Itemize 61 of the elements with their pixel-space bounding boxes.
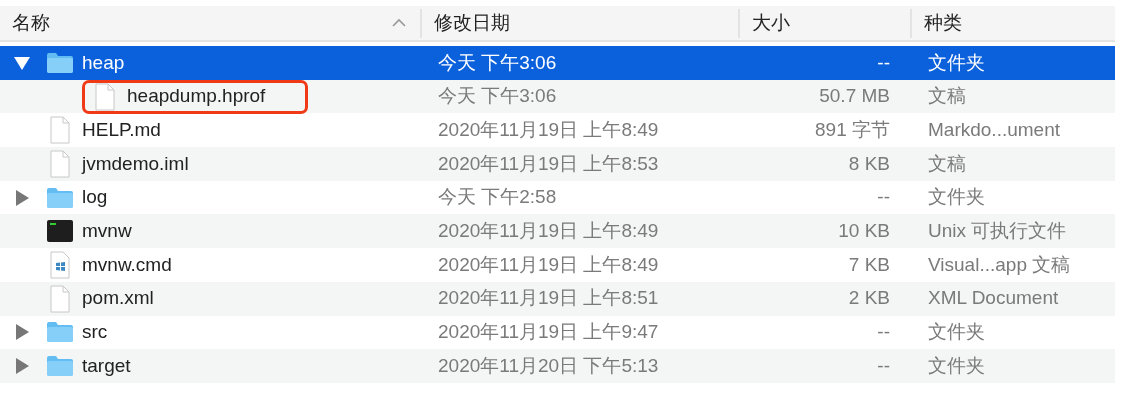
size-cell-text: -- — [876, 50, 891, 75]
size-cell-text: 8 KB — [847, 151, 891, 176]
size-cell-text: -- — [876, 353, 891, 378]
disclosure-triangle-icon[interactable] — [13, 357, 31, 376]
column-header[interactable]: 名称 — [12, 9, 50, 38]
size-cell-text: -- — [876, 185, 891, 210]
column-header[interactable]: 大小 — [752, 9, 790, 38]
kind-cell-text: 文稿 — [927, 151, 967, 176]
file-name: src — [82, 320, 108, 345]
date-cell-text: 今天 下午3:06 — [437, 84, 558, 109]
kind-cell-text: Visual...app 文稿 — [927, 252, 1072, 277]
size-cell-text: 10 KB — [837, 219, 891, 244]
size-cell-text: 891 字节 — [814, 117, 891, 142]
file-row[interactable]: heap 今天 下午3:06 -- 文件夹 — [0, 46, 1115, 80]
date-cell-text: 2020年11月19日 上午8:49 — [437, 252, 660, 277]
kind-cell-text: Markdo...ument — [927, 117, 1061, 142]
file-name: mvnw — [82, 219, 132, 244]
disclosure-triangle-icon[interactable] — [13, 323, 31, 342]
date-cell-text: 2020年11月19日 上午8:49 — [437, 219, 660, 244]
kind-cell-text: 文件夹 — [927, 50, 986, 75]
date-cell-text: 2020年11月20日 下午5:13 — [437, 353, 660, 378]
date-cell-text: 2020年11月19日 上午8:51 — [437, 286, 660, 311]
file-row[interactable]: src 2020年11月19日 上午9:47 -- 文件夹 — [0, 315, 1115, 350]
kind-cell-text: 文件夹 — [927, 185, 986, 210]
file-name: target — [82, 353, 131, 378]
disclosure-triangle-icon[interactable] — [13, 188, 31, 207]
column-header[interactable]: 种类 — [924, 9, 962, 38]
size-cell-text: 50.7 MB — [818, 84, 891, 109]
file-name: log — [82, 185, 108, 210]
kind-cell-text: 文件夹 — [927, 320, 986, 345]
date-cell-text: 2020年11月19日 上午9:47 — [437, 320, 660, 345]
size-cell-text: 7 KB — [847, 252, 891, 277]
kind-cell-text: 文稿 — [927, 84, 967, 109]
file-row[interactable]: pom.xml 2020年11月19日 上午8:51 2 KB XML Document — [0, 281, 1115, 316]
file-name: heapdump.hprof — [127, 84, 266, 109]
file-row[interactable]: target 2020年11月20日 下午5:13 -- 文件夹 — [0, 349, 1115, 383]
date-cell-text: 2020年11月19日 上午8:53 — [437, 151, 660, 176]
kind-cell-text: XML Document — [927, 286, 1060, 311]
file-name: mvnw.cmd — [82, 252, 172, 277]
file-row[interactable]: mvnw.cmd 2020年11月19日 上午8:49 7 KB Visual...app 文稿 — [0, 248, 1115, 282]
file-row[interactable]: log 今天 下午2:58 -- 文件夹 — [0, 180, 1115, 215]
file-name: HELP.md — [82, 117, 161, 142]
folder-icon — [46, 320, 74, 345]
column-header[interactable]: 修改日期 — [434, 9, 510, 38]
size-cell-text: 2 KB — [847, 286, 891, 311]
file-row[interactable]: heapdump.hprof 今天 下午3:06 50.7 MB 文稿 — [0, 79, 1115, 114]
date-cell-text: 今天 下午3:06 — [437, 50, 558, 75]
kind-cell-text: 文件夹 — [927, 353, 986, 378]
size-cell-text: -- — [876, 320, 891, 345]
folder-icon — [46, 50, 74, 75]
file-name: pom.xml — [82, 286, 154, 311]
file-row[interactable]: mvnw 2020年11月19日 上午8:49 10 KB Unix 可执行文件 — [0, 214, 1115, 249]
folder-icon — [46, 354, 74, 379]
date-cell-text: 今天 下午2:58 — [437, 185, 558, 210]
file-row[interactable]: HELP.md 2020年11月19日 上午8:49 891 字节 Markdo...ument — [0, 113, 1115, 148]
file-name: heap — [82, 50, 125, 75]
file-name: jvmdemo.iml — [82, 151, 189, 176]
file-row[interactable]: jvmdemo.iml 2020年11月19日 上午8:53 8 KB 文稿 — [0, 147, 1115, 181]
date-cell-text: 2020年11月19日 上午8:49 — [437, 117, 660, 142]
kind-cell-text: Unix 可执行文件 — [927, 219, 1068, 244]
folder-icon — [46, 185, 74, 210]
